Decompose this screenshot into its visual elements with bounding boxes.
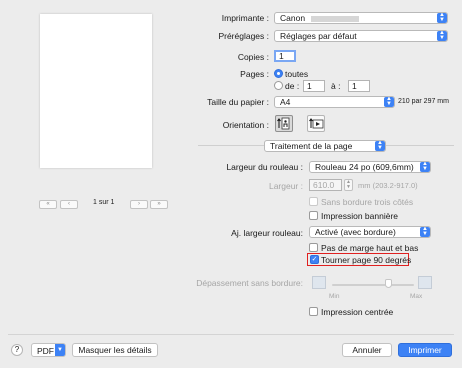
printer-value: Canon [280, 13, 306, 23]
paper-size-label: Taille du papier : [207, 97, 269, 107]
width-label: Largeur : [268, 181, 303, 191]
orientation-label: Orientation : [222, 120, 269, 130]
hide-details-button[interactable]: Masquer les détails [72, 343, 158, 357]
banner-printing-label: Impression bannière [321, 211, 399, 221]
page-preview [40, 14, 152, 168]
pages-all-label: toutes [285, 69, 309, 79]
portrait-orientation-button[interactable] [275, 115, 293, 132]
overflow-min-label: Min [329, 293, 340, 300]
rotate-90-checkbox[interactable]: ✓ [310, 255, 319, 264]
chevron-updown-icon: ▲ ▼ [420, 162, 430, 172]
pages-label: Pages : [240, 69, 269, 79]
width-stepper[interactable]: ▲ ▼ [344, 179, 353, 191]
roll-width-value: Rouleau 24 po (609,6mm) [315, 162, 414, 172]
banner-printing-checkbox[interactable] [309, 211, 318, 220]
printer-label: Imprimante : [221, 13, 269, 23]
width-units: mm (203.2-917.0) [358, 181, 418, 190]
footer-divider [8, 334, 454, 335]
copies-field[interactable]: 1 [274, 50, 296, 62]
rotate-90-label: Tourner page 90 degrés [321, 255, 412, 265]
pages-to-field[interactable]: 1 [348, 80, 370, 92]
adjust-roll-width-label: Aj. largeur rouleau: [231, 228, 303, 238]
help-button[interactable]: ? [11, 344, 23, 356]
presets-label: Préréglages : [218, 31, 269, 41]
chevron-updown-icon: ▲ ▼ [384, 97, 394, 107]
landscape-orientation-button[interactable] [307, 115, 325, 132]
chevron-updown-icon: ▲ ▼ [437, 13, 447, 23]
chevron-down-icon: ▼ [55, 344, 65, 356]
page-indicator: 1 sur 1 [93, 199, 115, 206]
pages-from-field[interactable]: 1 [303, 80, 325, 92]
overflow-max-label: Max [410, 293, 423, 300]
printer-popup[interactable]: Canon ▲ ▼ [274, 12, 448, 24]
overflow-slider-thumb[interactable] [385, 279, 392, 288]
print-button[interactable]: Imprimer [398, 343, 452, 357]
chevron-updown-icon: ▲ ▼ [375, 141, 385, 151]
overflow-min-icon [312, 276, 326, 289]
roll-width-label: Largeur du rouleau : [226, 162, 303, 172]
previous-page-button[interactable]: ‹ [60, 200, 78, 209]
pages-range-from-label: de : [285, 81, 300, 91]
section-popup[interactable]: Traitement de la page ▲ ▼ [264, 140, 386, 152]
copies-label: Copies : [237, 52, 269, 62]
redacted-printer-name [311, 15, 360, 22]
presets-popup[interactable]: Réglages par défaut ▲ ▼ [274, 30, 448, 42]
pages-range-radio[interactable] [274, 81, 283, 90]
paper-size-dimensions: 210 par 297 mm [398, 98, 449, 105]
borderless-three-sides-label: Sans bordure trois côtés [321, 197, 414, 207]
pdf-label: PDF [37, 346, 54, 356]
cancel-button[interactable]: Annuler [342, 343, 392, 357]
overflow-slider-track[interactable] [332, 284, 414, 286]
overflow-max-icon [418, 276, 432, 289]
borderless-three-sides-checkbox[interactable] [309, 197, 318, 206]
pages-all-radio[interactable] [274, 69, 283, 78]
pdf-menu-button[interactable]: PDF ▼ [31, 343, 66, 357]
adjust-roll-width-popup[interactable]: Activé (avec bordure) ▲ ▼ [309, 226, 431, 238]
paper-size-value: A4 [280, 97, 291, 107]
no-top-bottom-margin-checkbox[interactable] [309, 243, 318, 252]
paper-size-popup[interactable]: A4 ▲ ▼ [274, 96, 395, 108]
chevron-updown-icon: ▲ ▼ [420, 227, 430, 237]
landscape-icon [309, 118, 324, 129]
adjust-roll-width-value: Activé (avec bordure) [315, 227, 396, 237]
width-field[interactable]: 610.0 [309, 179, 342, 191]
last-page-button[interactable]: » [150, 200, 168, 209]
presets-value: Réglages par défaut [280, 31, 357, 41]
roll-width-popup[interactable]: Rouleau 24 po (609,6mm) ▲ ▼ [309, 161, 431, 173]
next-page-button[interactable]: › [130, 200, 148, 209]
center-printing-label: Impression centrée [321, 307, 394, 317]
portrait-icon [277, 117, 290, 130]
section-popup-value: Traitement de la page [270, 141, 353, 151]
pages-range-to-label: à : [331, 81, 341, 91]
first-page-button[interactable]: « [39, 200, 57, 209]
center-printing-checkbox[interactable] [309, 307, 318, 316]
borderless-overflow-label: Dépassement sans bordure: [196, 278, 303, 288]
chevron-updown-icon: ▲ ▼ [437, 31, 447, 41]
no-top-bottom-margin-label: Pas de marge haut et bas [321, 243, 419, 253]
